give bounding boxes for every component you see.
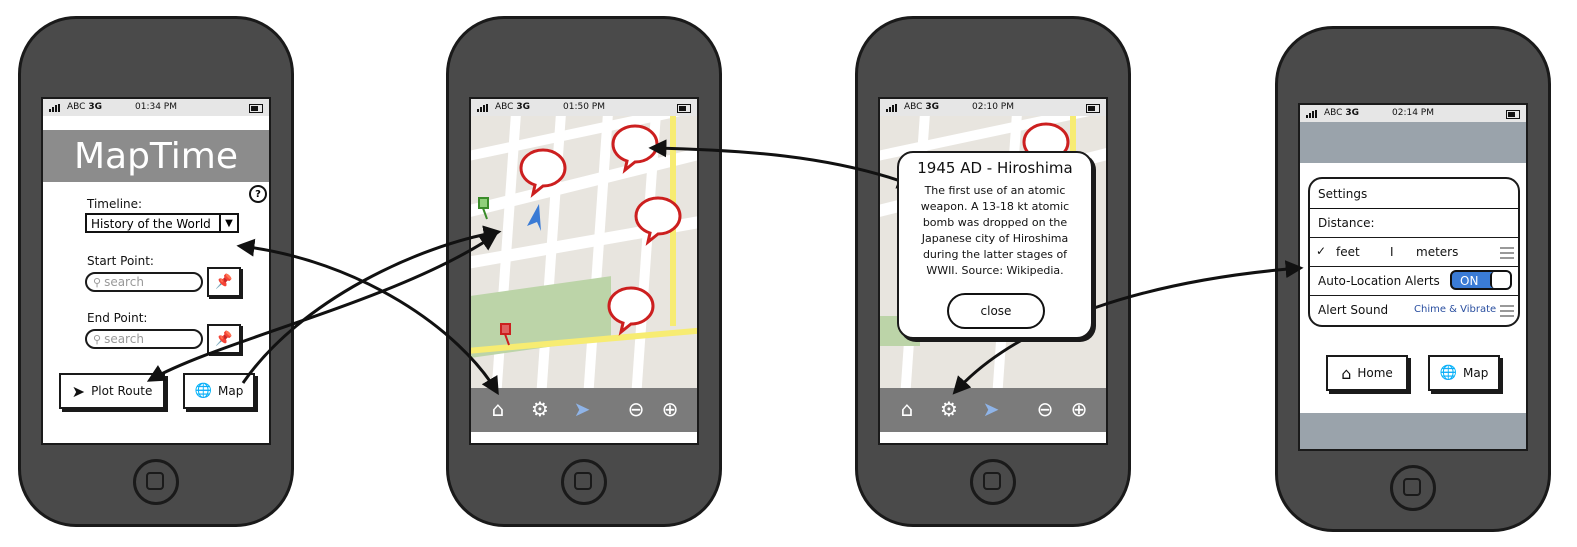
hardware-home-button[interactable] xyxy=(133,459,179,505)
status-bar: ABC 3G 02:14 PM xyxy=(1300,105,1526,122)
hardware-home-button[interactable] xyxy=(561,459,607,505)
app-header: MapTime xyxy=(43,130,269,182)
home-screen: ABC 3G 01:34 PM MapTime ? Timeline: Hist… xyxy=(41,97,271,445)
toggle-knob xyxy=(1490,272,1510,288)
marker-callout xyxy=(519,124,682,336)
timeline-label: Timeline: xyxy=(87,197,143,211)
map-button[interactable]: 🌐 Map xyxy=(183,373,255,409)
sound-row[interactable]: Alert Sound Chime & Vibrate xyxy=(1310,295,1518,327)
globe-icon: 🌐 xyxy=(194,383,213,399)
zoom-in-icon[interactable]: ⊕ xyxy=(657,396,683,422)
settings-list: Settings Distance: ✓ feet I meters Auto-… xyxy=(1308,177,1520,327)
popup-text: The first use of an atomic weapon. A 13-… xyxy=(920,184,1070,277)
units-row[interactable]: ✓ feet I meters xyxy=(1310,237,1518,267)
battery-icon xyxy=(1086,104,1100,113)
home-button[interactable]: ⌂ Home xyxy=(1326,355,1408,391)
settings-screen: ABC 3G 02:14 PM Settings Distance: ✓ fee… xyxy=(1298,103,1528,451)
end-search-placeholder: search xyxy=(104,332,144,346)
start-point-label: Start Point: xyxy=(87,254,154,268)
home-icon[interactable]: ⌂ xyxy=(894,396,920,422)
gear-icon[interactable]: ⚙ xyxy=(527,396,553,422)
hardware-home-button[interactable] xyxy=(1390,465,1436,511)
battery-icon xyxy=(677,104,691,113)
info-popup: 1945 AD - Hiroshima The first use of an … xyxy=(897,151,1093,339)
settings-title: Settings xyxy=(1318,187,1368,201)
clock: 02:14 PM xyxy=(1392,108,1434,118)
home-icon: ⌂ xyxy=(1341,363,1352,383)
phone-frame-settings: ABC 3G 02:14 PM Settings Distance: ✓ fee… xyxy=(1275,26,1551,532)
end-point-label: End Point: xyxy=(87,311,148,325)
map-toolbar: ⌂ ⚙ ➤ ⊖ ⊕ xyxy=(471,388,697,432)
location-arrow-icon[interactable]: ➤ xyxy=(569,396,595,422)
location-arrow-icon[interactable]: ➤ xyxy=(978,396,1004,422)
gear-icon[interactable]: ⚙ xyxy=(936,396,962,422)
red-pushpin-icon xyxy=(500,323,511,346)
phone-frame-home: ABC 3G 01:34 PM MapTime ? Timeline: Hist… xyxy=(18,16,294,527)
help-icon[interactable]: ? xyxy=(249,185,267,203)
drag-handle-icon[interactable] xyxy=(1500,247,1514,259)
unit-feet[interactable]: feet xyxy=(1336,245,1360,259)
chevron-down-icon: ▼ xyxy=(219,215,237,231)
clock: 01:50 PM xyxy=(563,102,605,112)
hardware-home-button[interactable] xyxy=(970,459,1016,505)
status-bar: ABC 3G 01:34 PM xyxy=(43,99,269,116)
plot-route-label: Plot Route xyxy=(91,384,153,398)
map-label: Map xyxy=(218,384,244,398)
unit-meters[interactable]: meters xyxy=(1416,245,1458,259)
start-pin-button[interactable]: 📌 xyxy=(207,267,241,297)
plot-route-button[interactable]: ➤ Plot Route xyxy=(59,373,165,409)
navigation-arrow-icon: ➤ xyxy=(71,381,86,401)
end-pin-button[interactable]: 📌 xyxy=(207,324,241,354)
timeline-select[interactable]: History of the World ▼ xyxy=(85,213,239,233)
search-icon: ⚲ xyxy=(93,332,102,346)
alerts-toggle[interactable]: ON xyxy=(1450,270,1512,290)
settings-panel: Settings Distance: ✓ feet I meters Auto-… xyxy=(1300,163,1526,413)
end-search-input[interactable]: ⚲ search xyxy=(85,329,203,349)
map-label: Map xyxy=(1463,366,1489,380)
map-screen: ABC 3G 01:50 PM ⌂ ⚙ ➤ ⊖ ⊕ xyxy=(469,97,699,445)
timeline-value: History of the World xyxy=(91,217,211,231)
markers-layer xyxy=(478,124,682,346)
clock: 02:10 PM xyxy=(972,102,1014,112)
popup-title: 1945 AD - Hiroshima xyxy=(917,159,1073,177)
start-search-placeholder: search xyxy=(104,275,144,289)
pushpin-icon: 📌 xyxy=(215,331,233,347)
pushpin-icon: 📌 xyxy=(215,274,233,290)
phone-frame-map: ABC 3G 01:50 PM ⌂ ⚙ ➤ ⊖ ⊕ xyxy=(446,16,722,527)
distance-row: Distance: xyxy=(1310,208,1518,238)
distance-label: Distance: xyxy=(1318,216,1375,230)
sound-value: Chime & Vibrate xyxy=(1414,304,1497,315)
toggle-state: ON xyxy=(1460,274,1479,288)
status-bar: ABC 3G 02:10 PM xyxy=(880,99,1106,116)
zoom-out-icon[interactable]: ⊖ xyxy=(1032,396,1058,422)
sound-label: Alert Sound xyxy=(1318,303,1389,317)
map-toolbar: ⌂ ⚙ ➤ ⊖ ⊕ xyxy=(880,388,1106,432)
location-arrow-icon xyxy=(527,204,541,231)
zoom-out-icon[interactable]: ⊖ xyxy=(623,396,649,422)
battery-icon xyxy=(249,104,263,113)
green-pushpin-icon xyxy=(478,197,489,220)
drag-handle-icon[interactable] xyxy=(1500,305,1514,317)
clock: 01:34 PM xyxy=(135,102,177,112)
map-button[interactable]: 🌐 Map xyxy=(1428,355,1500,391)
globe-icon: 🌐 xyxy=(1439,365,1458,381)
unit-separator: I xyxy=(1390,245,1394,259)
app-title: MapTime xyxy=(73,135,239,177)
status-bar: ABC 3G 01:50 PM xyxy=(471,99,697,116)
home-icon[interactable]: ⌂ xyxy=(485,396,511,422)
close-button[interactable]: close xyxy=(947,293,1045,329)
search-icon: ⚲ xyxy=(93,275,102,289)
map-view[interactable] xyxy=(471,116,697,388)
home-label: Home xyxy=(1357,366,1393,380)
battery-icon xyxy=(1506,110,1520,119)
start-search-input[interactable]: ⚲ search xyxy=(85,272,203,292)
zoom-in-icon[interactable]: ⊕ xyxy=(1066,396,1092,422)
alerts-label: Auto-Location Alerts xyxy=(1318,274,1440,288)
close-label: close xyxy=(980,304,1012,318)
checkmark-icon: ✓ xyxy=(1316,244,1327,258)
alerts-row: Auto-Location Alerts ON xyxy=(1310,266,1518,296)
